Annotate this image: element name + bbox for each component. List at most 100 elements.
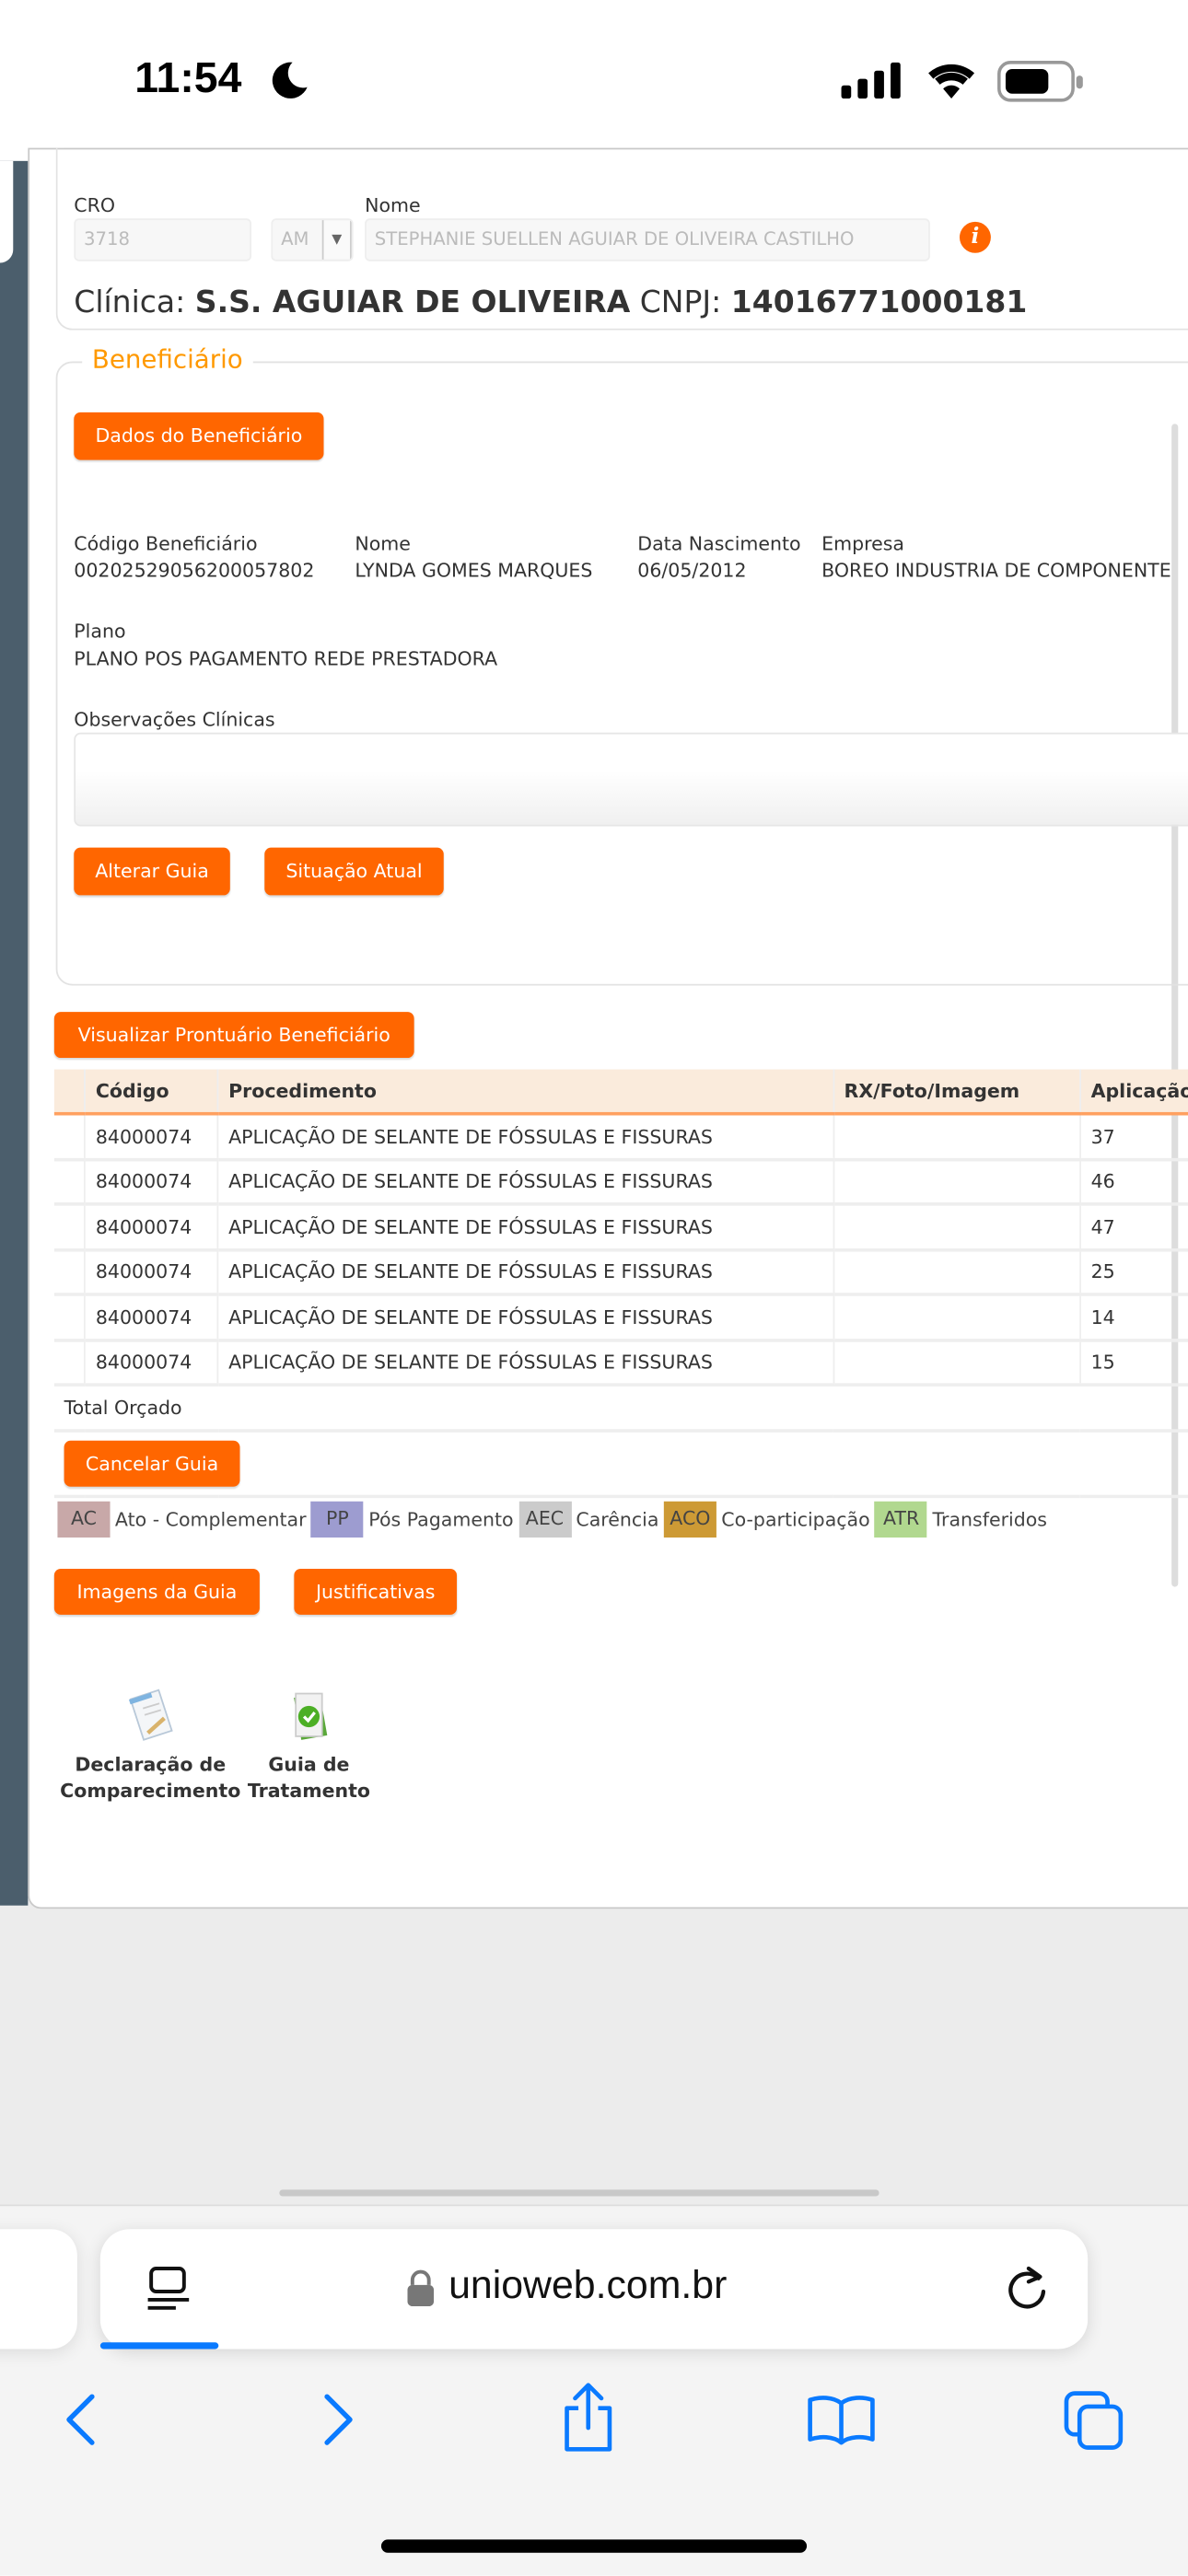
plan-label: Plano bbox=[74, 619, 126, 643]
procedure-cell: APLICAÇÃO DE SELANTE DE FÓSSULAS E FISSU… bbox=[217, 1158, 834, 1206]
current-status-button[interactable]: Situação Atual bbox=[264, 847, 444, 896]
cro-label: CRO bbox=[74, 193, 116, 217]
application-cell: 14 bbox=[1079, 1294, 1188, 1341]
attendance-declaration-line2: Comparecimento bbox=[60, 1779, 241, 1803]
row-select-cell bbox=[53, 1158, 87, 1206]
home-indicator bbox=[380, 2539, 808, 2553]
application-cell: 46 bbox=[1079, 1158, 1188, 1206]
cro-input[interactable]: 3718 bbox=[74, 218, 251, 261]
header-select bbox=[53, 1069, 87, 1116]
legend-label: Carência bbox=[576, 1507, 659, 1531]
justifications-button[interactable]: Justificativas bbox=[294, 1568, 458, 1615]
document-pen-icon bbox=[128, 1688, 172, 1741]
code-cell: 84000074 bbox=[85, 1203, 219, 1251]
table-row[interactable]: 84000074 APLICAÇÃO DE SELANTE DE FÓSSULAS… bbox=[53, 1203, 1188, 1251]
rx-cell bbox=[833, 1113, 1081, 1161]
info-icon[interactable]: i bbox=[959, 221, 991, 253]
rx-cell bbox=[833, 1340, 1081, 1387]
clinic-label: Clínica: bbox=[74, 285, 186, 320]
attendance-declaration-line1: Declaração de bbox=[75, 1752, 227, 1776]
alter-guide-button[interactable]: Alterar Guia bbox=[74, 847, 230, 896]
code-cell: 84000074 bbox=[85, 1158, 219, 1206]
attendance-declaration-link[interactable]: Declaração de Comparecimento bbox=[57, 1688, 243, 1804]
clinic-name: S.S. AGUIAR DE OLIVEIRA bbox=[194, 285, 631, 320]
document-check-icon bbox=[294, 1692, 328, 1740]
bookmarks-icon[interactable] bbox=[807, 2394, 876, 2446]
uf-select[interactable]: AM ▼ bbox=[271, 218, 354, 261]
row-select-cell bbox=[53, 1248, 87, 1296]
table-row[interactable]: 84000074 APLICAÇÃO DE SELANTE DE FÓSSULAS… bbox=[53, 1248, 1188, 1296]
sidebar-edge bbox=[0, 160, 29, 1906]
table-row[interactable]: 84000074 APLICAÇÃO DE SELANTE DE FÓSSULAS… bbox=[53, 1113, 1188, 1161]
clinic-line: Clínica: S.S. AGUIAR DE OLIVEIRA CNPJ: 1… bbox=[74, 285, 1027, 319]
procedure-cell: APLICAÇÃO DE SELANTE DE FÓSSULAS E FISSU… bbox=[217, 1340, 834, 1387]
application-cell: 25 bbox=[1079, 1248, 1188, 1296]
clinical-notes-textarea[interactable] bbox=[74, 732, 1188, 827]
code-cell: 84000074 bbox=[85, 1248, 219, 1296]
beneficiary-details-button[interactable]: Dados do Beneficiário bbox=[74, 412, 324, 460]
header-rx: RX/Foto/Imagem bbox=[833, 1069, 1081, 1116]
procedure-cell: APLICAÇÃO DE SELANTE DE FÓSSULAS E FISSU… bbox=[217, 1203, 834, 1251]
header-application: Aplicação bbox=[1079, 1069, 1188, 1116]
moon-icon bbox=[272, 62, 308, 99]
beneficiary-code-label: Código Beneficiário bbox=[74, 532, 258, 556]
table-header-row: Código Procedimento RX/Foto/Imagem Aplic… bbox=[53, 1069, 1188, 1116]
procedure-cell: APLICAÇÃO DE SELANTE DE FÓSSULAS E FISSU… bbox=[217, 1294, 834, 1341]
plan-value: PLANO POS PAGAMENTO REDE PRESTADORA bbox=[74, 646, 498, 670]
company-label: Empresa bbox=[821, 532, 904, 556]
treatment-guide-link[interactable]: Guia de Tratamento bbox=[243, 1688, 375, 1804]
row-select-cell bbox=[53, 1113, 87, 1161]
application-cell: 47 bbox=[1079, 1203, 1188, 1251]
tabs-icon[interactable] bbox=[1063, 2390, 1125, 2453]
cancel-guide-button[interactable]: Cancelar Guia bbox=[64, 1439, 240, 1486]
header-procedure: Procedimento bbox=[217, 1069, 834, 1116]
birth-date-label: Data Nascimento bbox=[637, 532, 801, 556]
legend-badge-pp: PP bbox=[310, 1501, 364, 1538]
reload-icon[interactable] bbox=[1002, 2262, 1052, 2315]
guide-images-button[interactable]: Imagens da Guia bbox=[53, 1568, 260, 1615]
beneficiary-legend: Beneficiário bbox=[82, 344, 253, 375]
row-select-cell bbox=[53, 1294, 87, 1341]
share-icon[interactable] bbox=[559, 2382, 618, 2454]
company-value: BOREO INDUSTRIA DE COMPONENTE bbox=[821, 558, 1171, 582]
rx-cell bbox=[833, 1294, 1081, 1341]
back-icon[interactable] bbox=[59, 2392, 101, 2448]
table-row[interactable]: 84000074 APLICAÇÃO DE SELANTE DE FÓSSULAS… bbox=[53, 1294, 1188, 1341]
rx-cell bbox=[833, 1203, 1081, 1251]
header-code: Código bbox=[85, 1069, 219, 1116]
procedure-cell: APLICAÇÃO DE SELANTE DE FÓSSULAS E FISSU… bbox=[217, 1248, 834, 1296]
procedure-cell: APLICAÇÃO DE SELANTE DE FÓSSULAS E FISSU… bbox=[217, 1113, 834, 1161]
clinical-notes-label: Observações Clínicas bbox=[74, 708, 275, 731]
page-load-progress bbox=[99, 2342, 219, 2350]
signal-icon bbox=[841, 62, 901, 99]
horizontal-scrollbar[interactable] bbox=[279, 2189, 879, 2197]
wifi-icon bbox=[928, 64, 975, 99]
previous-tab-preview[interactable] bbox=[0, 2229, 77, 2350]
table-row[interactable]: 84000074 APLICAÇÃO DE SELANTE DE FÓSSULAS… bbox=[53, 1158, 1188, 1206]
forward-icon[interactable] bbox=[317, 2392, 359, 2448]
status-time: 11:54 bbox=[134, 52, 242, 102]
lock-icon bbox=[407, 2269, 435, 2307]
code-cell: 84000074 bbox=[85, 1294, 219, 1341]
legend-label: Co-participação bbox=[721, 1507, 870, 1531]
url-text[interactable]: unioweb.com.br bbox=[448, 2264, 727, 2310]
view-records-button[interactable]: Visualizar Prontuário Beneficiário bbox=[53, 1012, 414, 1059]
professional-name-input[interactable]: STEPHANIE SUELLEN AGUIAR DE OLIVEIRA CAS… bbox=[365, 218, 930, 261]
birth-date-value: 06/05/2012 bbox=[637, 558, 747, 582]
legend-badge-atr: ATR bbox=[875, 1501, 928, 1538]
total-budget-label: Total Orçado bbox=[53, 1385, 1188, 1432]
status-legend: AC Ato - Complementar PP Pós Pagamento AEC Ca… bbox=[57, 1501, 1047, 1538]
cnpj-label: CNPJ: bbox=[639, 285, 722, 320]
code-cell: 84000074 bbox=[85, 1340, 219, 1387]
beneficiary-name-value: LYNDA GOMES MARQUES bbox=[355, 558, 593, 582]
legend-badge-aco: ACO bbox=[663, 1501, 716, 1538]
legend-label: Pós Pagamento bbox=[368, 1507, 514, 1531]
table-row[interactable]: 84000074 APLICAÇÃO DE SELANTE DE FÓSSULAS… bbox=[53, 1340, 1188, 1387]
treatment-guide-line1: Guia de bbox=[268, 1752, 350, 1776]
legend-label: Ato - Complementar bbox=[114, 1507, 307, 1531]
legend-badge-ac: AC bbox=[57, 1501, 111, 1538]
previous-panel-edge bbox=[0, 160, 14, 263]
page-menu-icon[interactable] bbox=[146, 2265, 192, 2311]
application-cell: 37 bbox=[1079, 1113, 1188, 1161]
legend-badge-aec: AEC bbox=[518, 1501, 572, 1538]
